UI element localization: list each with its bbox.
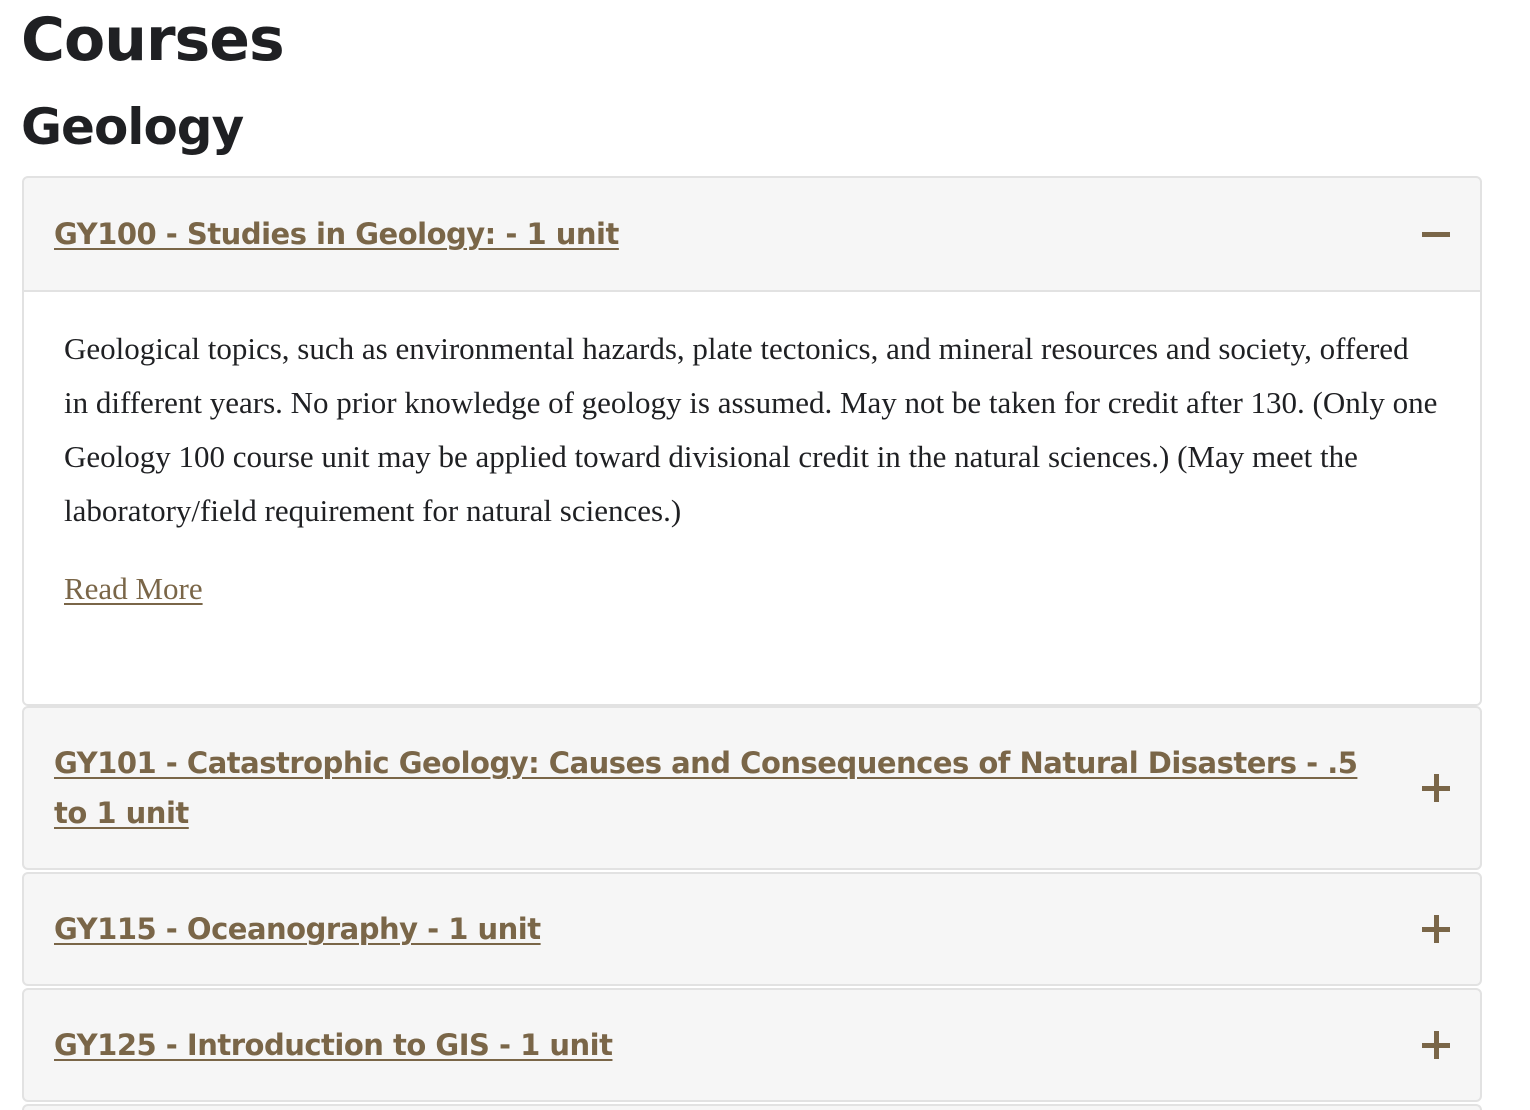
course-accordion-gy100: GY100 - Studies in Geology: - 1 unit Geo…	[22, 176, 1482, 706]
course-accordion-gy125: GY125 - Introduction to GIS - 1 unit	[22, 988, 1482, 1102]
course-title-link[interactable]: GY125 - Introduction to GIS - 1 unit	[54, 1020, 613, 1070]
course-body-gy100: Geological topics, such as environmental…	[24, 290, 1480, 704]
minus-icon[interactable]	[1422, 220, 1450, 248]
course-header-gy101[interactable]: GY101 - Catastrophic Geology: Causes and…	[24, 708, 1480, 868]
course-accordion-next	[22, 1104, 1482, 1110]
plus-icon[interactable]	[1422, 915, 1450, 943]
read-more-link[interactable]: Read More	[64, 564, 203, 614]
plus-icon[interactable]	[1422, 774, 1450, 802]
course-header-gy125[interactable]: GY125 - Introduction to GIS - 1 unit	[24, 990, 1480, 1100]
course-header-gy100[interactable]: GY100 - Studies in Geology: - 1 unit	[24, 178, 1480, 290]
plus-icon[interactable]	[1422, 1031, 1450, 1059]
course-header-gy115[interactable]: GY115 - Oceanography - 1 unit	[24, 874, 1480, 984]
course-title-link[interactable]: GY100 - Studies in Geology: - 1 unit	[54, 209, 619, 259]
course-title-link[interactable]: GY115 - Oceanography - 1 unit	[54, 904, 541, 954]
course-description: Geological topics, such as environmental…	[64, 331, 1438, 528]
section-title: Geology	[21, 98, 244, 156]
page-title: Courses	[21, 5, 285, 75]
course-title-link[interactable]: GY101 - Catastrophic Geology: Causes and…	[54, 738, 1390, 838]
course-accordion-gy101: GY101 - Catastrophic Geology: Causes and…	[22, 706, 1482, 870]
course-accordion-gy115: GY115 - Oceanography - 1 unit	[22, 872, 1482, 986]
